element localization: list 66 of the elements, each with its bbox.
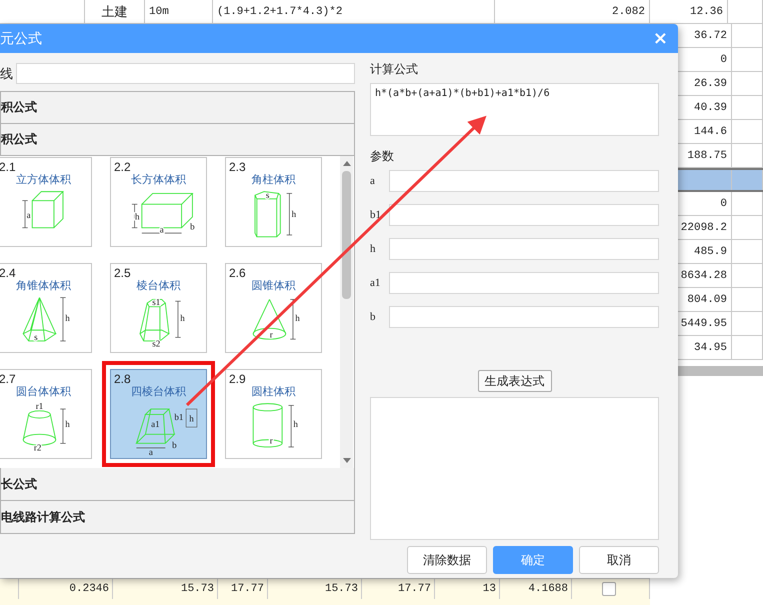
- card-title: 圆台体体积: [16, 384, 71, 399]
- card-title: 角锥体体积: [16, 278, 71, 293]
- scroll-up-icon[interactable]: [342, 161, 350, 166]
- dialog-title: 元公式: [0, 30, 42, 48]
- scrollbar[interactable]: [678, 366, 763, 376]
- category-header[interactable]: 积公式: [0, 124, 355, 156]
- param-field[interactable]: [389, 204, 659, 226]
- params-label: 参数: [370, 148, 395, 165]
- formula-card[interactable]: 2.9 圆柱体积 h r: [225, 369, 322, 459]
- checkbox[interactable]: [602, 582, 616, 596]
- table-cell: 2.082: [495, 0, 650, 23]
- table-cell: (1.9+1.2+1.7*4.3)*2: [213, 0, 495, 23]
- param-field[interactable]: [389, 272, 659, 294]
- formula-label: 计算公式: [370, 61, 419, 78]
- param-field[interactable]: [389, 238, 659, 260]
- scrollbar[interactable]: [340, 156, 353, 468]
- card-title: 立方体体积: [16, 172, 71, 187]
- card-number: 2.6: [229, 266, 246, 280]
- result-field[interactable]: [370, 397, 659, 540]
- card-number: 2.2: [114, 160, 131, 174]
- param-label: h: [370, 243, 376, 255]
- card-number: 2.5: [114, 266, 131, 280]
- category-header[interactable]: 电线路计算公式: [0, 501, 355, 534]
- param-label: a1: [370, 277, 382, 289]
- card-title: 角柱体积: [252, 172, 296, 187]
- card-title: 长方体体积: [131, 172, 186, 187]
- table-cell: 12.36: [650, 0, 728, 23]
- shape-drawing: r1 h r2: [0, 400, 88, 456]
- generate-button[interactable]: 生成表达式: [478, 370, 552, 392]
- param-field[interactable]: [389, 306, 659, 328]
- shape-drawing: a1 b1 h a b: [114, 400, 204, 456]
- shape-drawing: s1 h s2: [114, 294, 204, 350]
- table-cell: 土建: [85, 0, 145, 23]
- param-label: a: [370, 175, 376, 187]
- shape-drawing: h s: [0, 294, 88, 350]
- category-header[interactable]: 长公式: [0, 468, 355, 501]
- formula-field[interactable]: h*(a*b+(a+a1)*(b+b1)+a1*b1)/6: [370, 83, 659, 136]
- card-number: 2.3: [229, 160, 246, 174]
- formula-card[interactable]: 2.2 长方体体积 h a b: [110, 157, 207, 247]
- card-title: 圆锥体积: [252, 278, 296, 293]
- card-number: 2.9: [229, 372, 246, 386]
- param-label: b: [370, 311, 376, 323]
- param-label: b1: [370, 209, 382, 221]
- shape-drawing: a: [0, 188, 88, 244]
- card-title: 圆柱体积: [252, 384, 296, 399]
- shape-drawing: h r: [228, 294, 318, 350]
- formula-card[interactable]: 2.5 棱台体积 s1 h s2: [110, 263, 207, 353]
- formula-card[interactable]: 2.3 角柱体积 s h: [225, 157, 322, 247]
- formula-card[interactable]: 2.6 圆锥体积 h r: [225, 263, 322, 353]
- scroll-thumb[interactable]: [342, 171, 351, 299]
- action-button[interactable]: 清除数据: [407, 546, 487, 574]
- search-field[interactable]: [16, 63, 355, 84]
- scroll-down-icon[interactable]: [342, 458, 350, 463]
- table-cell: 10m: [145, 0, 213, 23]
- category-header[interactable]: 积公式: [0, 91, 355, 124]
- action-button[interactable]: 取消: [579, 546, 659, 574]
- search-label: 线: [0, 66, 13, 82]
- param-field[interactable]: [389, 170, 659, 192]
- card-title: 四棱台体积: [131, 384, 186, 399]
- shape-drawing: h a b: [114, 188, 204, 244]
- card-title: 棱台体积: [136, 278, 180, 293]
- card-number: 2.8: [114, 372, 131, 386]
- shape-drawing: s h: [228, 188, 318, 244]
- formula-card[interactable]: 2.8 四棱台体积 a1 b1 h a b: [110, 369, 207, 459]
- selected-row[interactable]: [678, 168, 763, 192]
- shape-drawing: h r: [228, 400, 318, 456]
